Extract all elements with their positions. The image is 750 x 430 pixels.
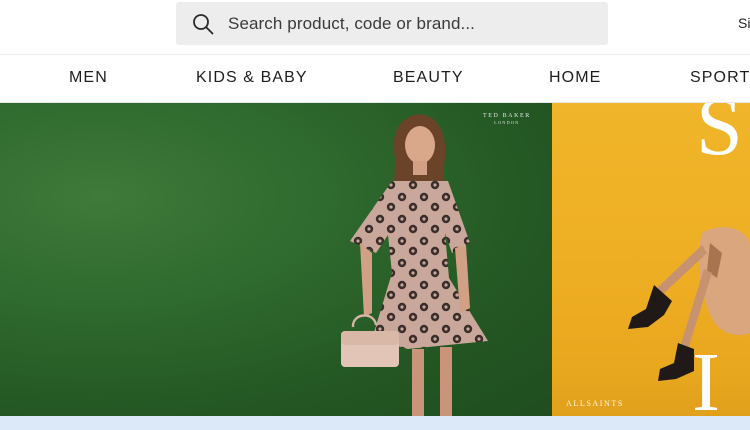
ted-baker-logo: TED BAKER LONDON	[483, 113, 531, 125]
headline-letter-top: S	[696, 103, 743, 173]
headline-letter-bottom: I	[692, 336, 720, 417]
nav-item-sports[interactable]: SPORTS	[690, 69, 750, 87]
allsaints-banner[interactable]: S I ALLSAINTS	[552, 103, 750, 416]
search-placeholder[interactable]: Search product, code or brand...	[228, 14, 475, 34]
category-nav: MEN KIDS & BABY BEAUTY HOME SPORTS	[0, 55, 750, 103]
nav-item-beauty[interactable]: BEAUTY	[393, 69, 464, 87]
nav-item-home[interactable]: HOME	[549, 69, 601, 87]
allsaints-logo: ALLSAINTS	[566, 399, 624, 408]
sign-in-link[interactable]: Si	[738, 15, 750, 31]
search-bar[interactable]: Search product, code or brand...	[176, 2, 608, 45]
model-illustration	[341, 114, 488, 416]
nav-item-kids-baby[interactable]: KIDS & BABY	[196, 69, 308, 87]
hero-banner: TED BAKER LONDON S I ALLSAINTS	[0, 103, 750, 416]
promo-strip	[0, 416, 750, 430]
nav-item-men[interactable]: MEN	[69, 69, 108, 87]
top-bar: Search product, code or brand... Si	[0, 0, 750, 55]
search-icon	[193, 13, 214, 34]
ted-baker-banner[interactable]: TED BAKER LONDON	[0, 103, 552, 416]
